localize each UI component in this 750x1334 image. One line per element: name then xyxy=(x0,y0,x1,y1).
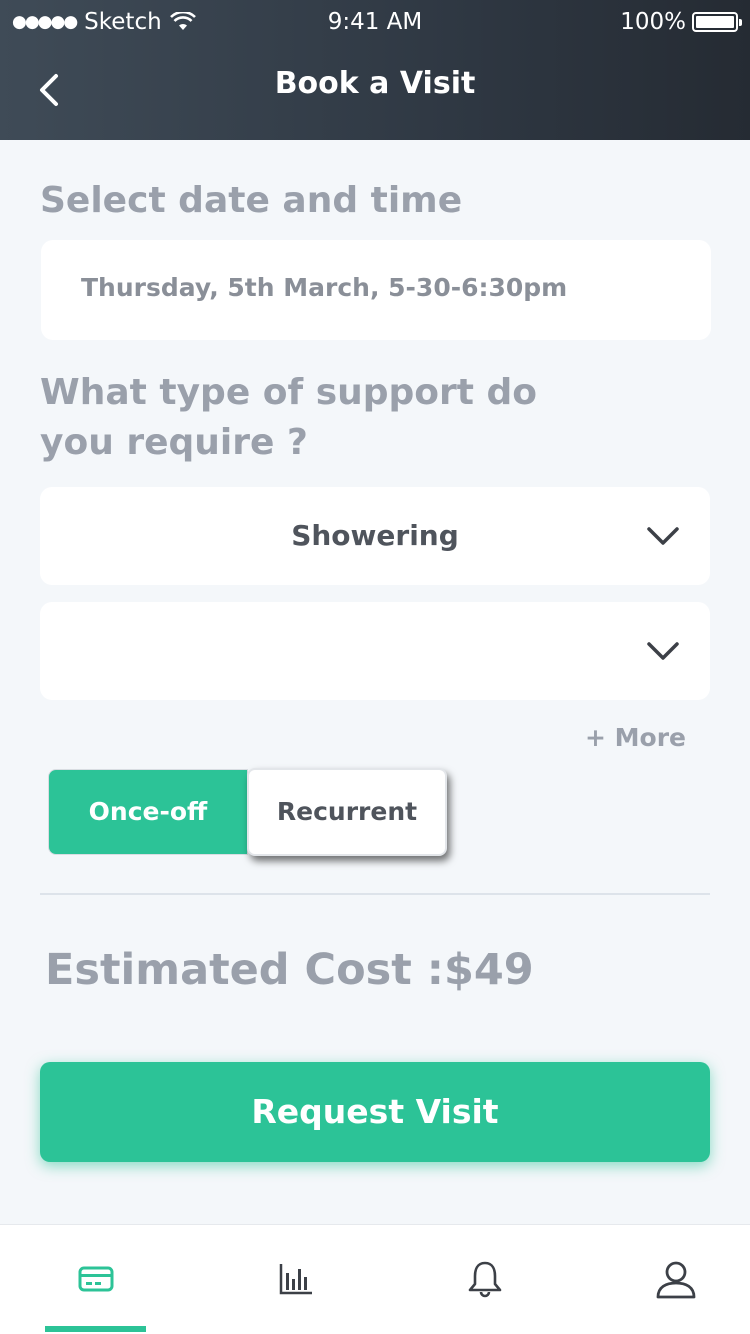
status-bar: ●●●●● Sketch 9:41 AM 100% xyxy=(0,0,750,44)
once-off-option[interactable]: Once-off xyxy=(48,769,248,855)
request-visit-button[interactable]: Request Visit xyxy=(40,1062,710,1162)
bar-chart-icon xyxy=(279,1264,312,1295)
header: ●●●●● Sketch 9:41 AM 100% Book a Visit xyxy=(0,0,750,140)
date-time-field[interactable]: Thursday, 5th March, 5-30-6:30pm xyxy=(41,240,711,340)
user-icon xyxy=(656,1261,696,1299)
battery-percent: 100% xyxy=(620,9,686,35)
chevron-down-icon xyxy=(647,527,679,545)
tab-profile[interactable] xyxy=(616,1225,736,1334)
frequency-toggle: Once-off Recurrent xyxy=(48,768,448,856)
support-type-select-1[interactable]: Showering xyxy=(40,487,710,585)
support-type-select-2[interactable] xyxy=(40,602,710,700)
card-icon xyxy=(78,1266,114,1292)
status-right: 100% xyxy=(620,9,742,35)
tab-bookings[interactable] xyxy=(36,1225,156,1334)
divider xyxy=(40,893,710,895)
tab-notifications[interactable] xyxy=(425,1225,545,1334)
tab-bar xyxy=(0,1224,750,1334)
chevron-down-icon xyxy=(647,642,679,660)
page-title: Book a Visit xyxy=(274,66,476,101)
bell-icon xyxy=(468,1261,502,1298)
add-more-link[interactable]: + More xyxy=(585,723,686,752)
recurrent-option[interactable]: Recurrent xyxy=(247,768,447,856)
tab-stats[interactable] xyxy=(236,1225,356,1334)
support-type-select-1-value: Showering xyxy=(291,519,459,552)
date-time-value: Thursday, 5th March, 5-30-6:30pm xyxy=(81,273,568,302)
active-tab-indicator xyxy=(45,1326,146,1332)
support-section-title-line2: you require ? xyxy=(40,422,308,463)
date-section-title: Select date and time xyxy=(40,180,463,221)
battery-icon xyxy=(692,12,742,32)
estimated-cost: Estimated Cost :$49 xyxy=(45,945,534,995)
support-section-title-line1: What type of support do xyxy=(40,372,538,413)
